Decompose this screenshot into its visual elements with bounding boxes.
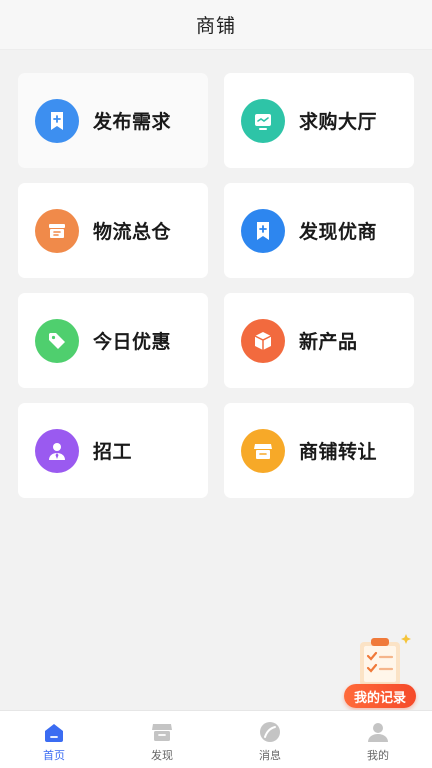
bottom-tab-bar: 首页 发现 消息 我的 — [0, 710, 432, 768]
card-label: 今日优惠 — [93, 331, 172, 353]
card-label: 求购大厅 — [299, 111, 378, 133]
shop-icon — [152, 724, 172, 741]
monitor-chart-icon — [241, 98, 285, 143]
tab-label: 发现 — [151, 749, 173, 762]
cube-icon — [241, 318, 285, 363]
price-tag-icon — [35, 318, 79, 363]
warehouse-box-icon — [35, 208, 79, 253]
tab-messages[interactable]: 消息 — [216, 711, 324, 768]
card-publish-demand[interactable]: 发布需求 — [18, 73, 208, 168]
card-today-deals[interactable]: 今日优惠 — [18, 293, 208, 388]
card-recruitment[interactable]: 招工 — [18, 403, 208, 498]
card-label: 物流总仓 — [93, 221, 172, 243]
feature-grid: 发布需求 求购大厅 物流总仓 发现优商 今日优惠 新产品 招工 商铺转让 — [18, 73, 414, 498]
card-purchase-hall[interactable]: 求购大厅 — [224, 73, 414, 168]
worker-icon — [35, 428, 79, 473]
leaf-message-icon — [260, 722, 280, 742]
card-label: 发现优商 — [299, 221, 378, 243]
tab-label: 首页 — [43, 749, 65, 762]
user-icon — [368, 723, 388, 742]
card-label: 招工 — [93, 441, 133, 463]
page-title: 商铺 — [195, 15, 236, 37]
card-label: 新产品 — [299, 331, 358, 353]
card-label: 发布需求 — [93, 111, 172, 133]
tab-profile[interactable]: 我的 — [324, 711, 432, 768]
tab-label: 我的 — [367, 749, 389, 762]
top-bar: 商铺 — [0, 0, 432, 50]
card-discover-merchants[interactable]: 发现优商 — [224, 183, 414, 278]
bookmark-plus-icon — [241, 208, 285, 253]
home-icon — [45, 724, 63, 742]
bookmark-plus-icon — [35, 98, 79, 143]
my-records-label: 我的记录 — [344, 684, 416, 708]
my-records-button[interactable]: 我的记录 — [344, 632, 418, 708]
card-shop-transfer[interactable]: 商铺转让 — [224, 403, 414, 498]
card-label: 商铺转让 — [299, 441, 378, 463]
tab-label: 消息 — [259, 749, 281, 762]
card-logistics-warehouse[interactable]: 物流总仓 — [18, 183, 208, 278]
clipboard-check-icon — [360, 634, 411, 686]
tab-discover[interactable]: 发现 — [108, 711, 216, 768]
card-new-products[interactable]: 新产品 — [224, 293, 414, 388]
tab-home[interactable]: 首页 — [0, 711, 108, 768]
shop-icon — [241, 428, 285, 473]
